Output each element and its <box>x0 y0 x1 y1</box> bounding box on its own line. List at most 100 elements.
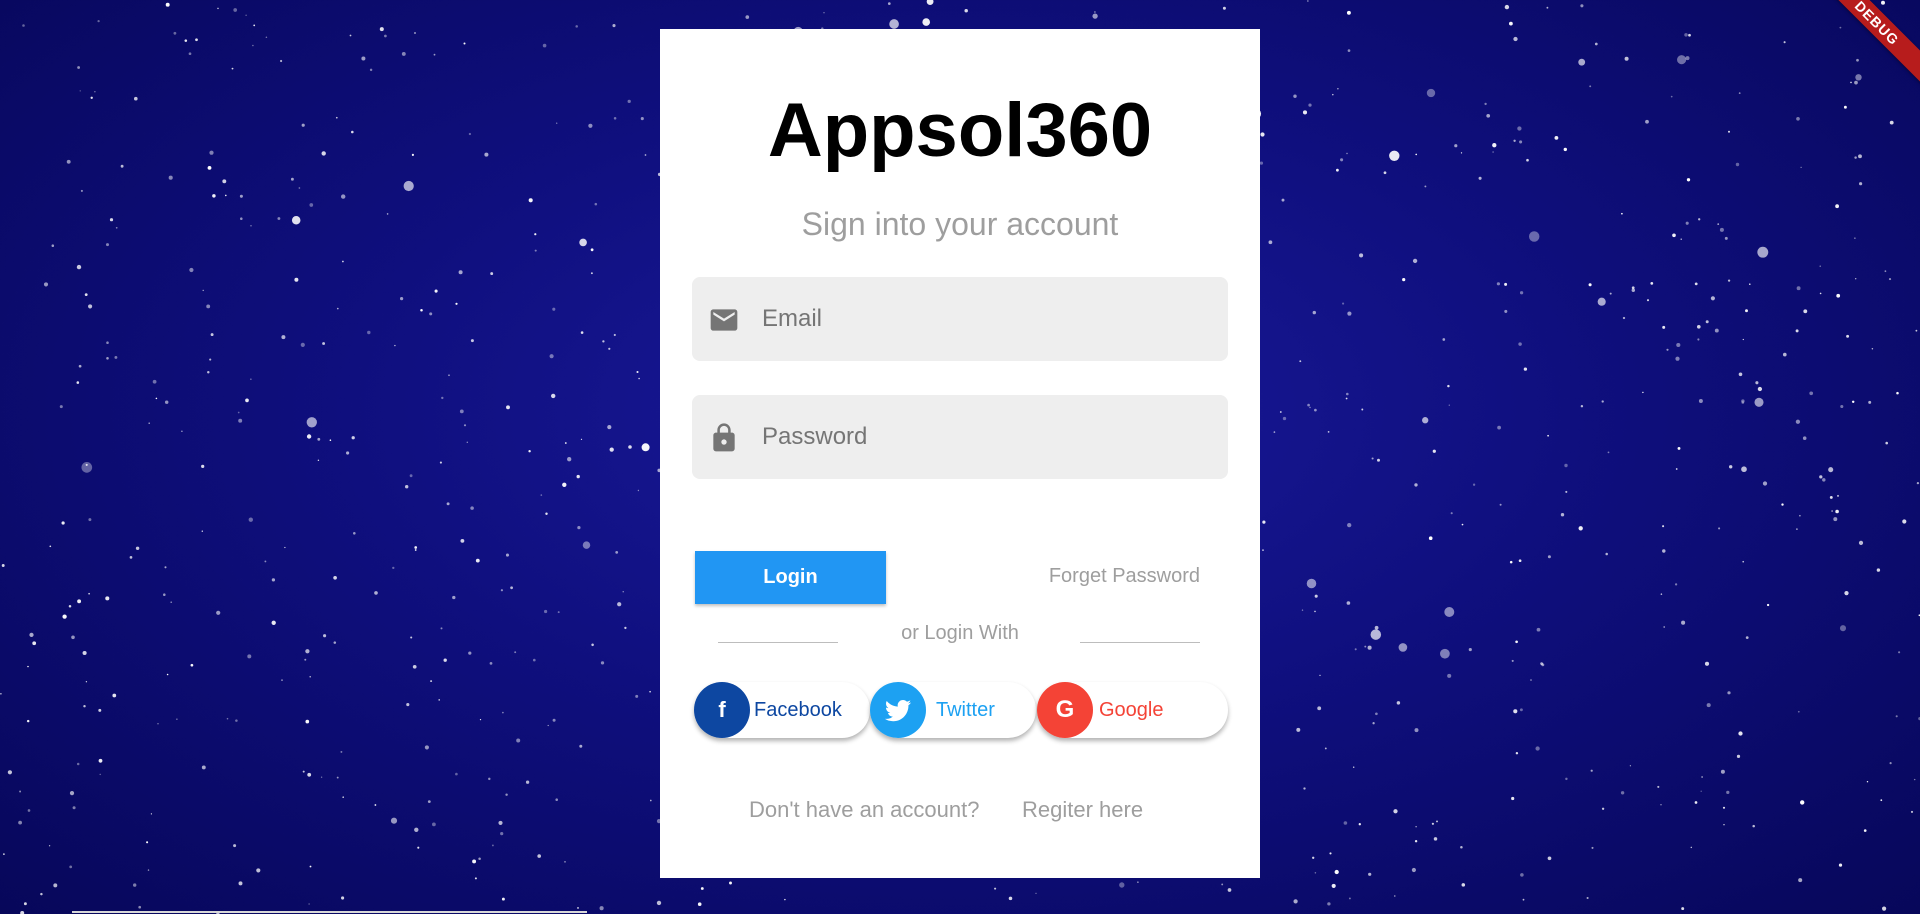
star <box>188 52 192 56</box>
star <box>1279 411 1282 413</box>
star <box>1504 309 1508 313</box>
star <box>575 25 578 28</box>
star <box>1881 0 1885 5</box>
star <box>1889 120 1894 125</box>
star <box>1448 404 1450 406</box>
star <box>641 443 650 452</box>
mail-icon <box>710 309 738 331</box>
star <box>386 213 389 215</box>
star <box>745 15 750 19</box>
star <box>1672 233 1676 238</box>
star <box>1460 152 1463 154</box>
star <box>189 267 194 273</box>
star <box>1797 710 1800 713</box>
star <box>23 902 27 906</box>
password-field[interactable] <box>692 395 1228 479</box>
star <box>1706 703 1711 708</box>
star <box>309 675 311 678</box>
star <box>308 903 310 905</box>
facebook-login-button[interactable]: f Facebook <box>694 682 870 738</box>
email-field[interactable] <box>692 277 1228 361</box>
star <box>0 692 2 695</box>
star <box>1519 291 1524 295</box>
star <box>1308 103 1312 107</box>
star <box>1666 348 1669 351</box>
star <box>68 604 72 608</box>
star <box>1742 338 1744 341</box>
star <box>1795 329 1799 333</box>
star <box>1580 4 1584 8</box>
star <box>1347 522 1352 528</box>
google-login-button[interactable]: G Google <box>1037 682 1228 738</box>
star <box>1882 906 1887 911</box>
star <box>1796 286 1801 291</box>
star <box>1762 481 1768 486</box>
star <box>1461 523 1464 526</box>
star <box>97 19 100 23</box>
star <box>374 804 377 806</box>
star <box>562 482 567 487</box>
star <box>470 506 474 510</box>
star <box>502 711 504 714</box>
email-input[interactable] <box>762 277 1202 361</box>
star <box>1624 56 1629 61</box>
star <box>551 393 556 399</box>
star <box>390 817 398 824</box>
star <box>225 194 227 197</box>
star <box>281 679 283 681</box>
star <box>1660 804 1662 806</box>
login-button[interactable]: Login <box>695 551 886 604</box>
star <box>430 680 433 683</box>
star <box>1415 153 1418 156</box>
star <box>342 260 344 263</box>
star <box>1868 400 1872 404</box>
star <box>1526 158 1529 162</box>
star <box>552 307 556 311</box>
star <box>1530 679 1532 681</box>
star <box>1461 883 1466 887</box>
star <box>1547 856 1552 861</box>
star <box>580 331 584 334</box>
star <box>1694 801 1698 804</box>
star <box>478 857 481 861</box>
star <box>1460 846 1463 849</box>
star <box>1426 88 1436 98</box>
star <box>417 846 420 849</box>
star <box>351 436 355 440</box>
star <box>247 654 252 659</box>
star <box>361 56 366 61</box>
password-input[interactable] <box>762 395 1202 479</box>
star <box>105 596 110 601</box>
divider-right <box>1080 642 1200 643</box>
star <box>79 90 81 92</box>
star <box>1752 824 1755 828</box>
twitter-login-button[interactable]: Twitter <box>870 682 1036 738</box>
star <box>1374 625 1379 630</box>
star <box>302 770 305 773</box>
star <box>245 398 249 403</box>
star <box>1854 156 1857 159</box>
star <box>1422 417 1429 424</box>
star <box>540 494 543 496</box>
star <box>253 24 256 27</box>
star <box>440 627 443 630</box>
star <box>176 718 178 720</box>
star <box>594 202 598 206</box>
forget-password-link[interactable]: Forget Password <box>1049 565 1200 588</box>
star <box>1312 856 1315 859</box>
star <box>1684 33 1688 37</box>
star <box>240 217 243 220</box>
star <box>1662 549 1666 553</box>
star <box>602 340 605 343</box>
star <box>964 8 968 13</box>
star <box>157 723 159 725</box>
star <box>1472 483 1476 486</box>
star <box>353 532 356 535</box>
star <box>590 272 593 275</box>
star <box>1447 673 1452 678</box>
star <box>231 67 234 70</box>
register-link[interactable]: Regiter here <box>1022 797 1143 823</box>
star <box>235 719 238 722</box>
star <box>1535 746 1540 751</box>
star <box>85 681 88 683</box>
